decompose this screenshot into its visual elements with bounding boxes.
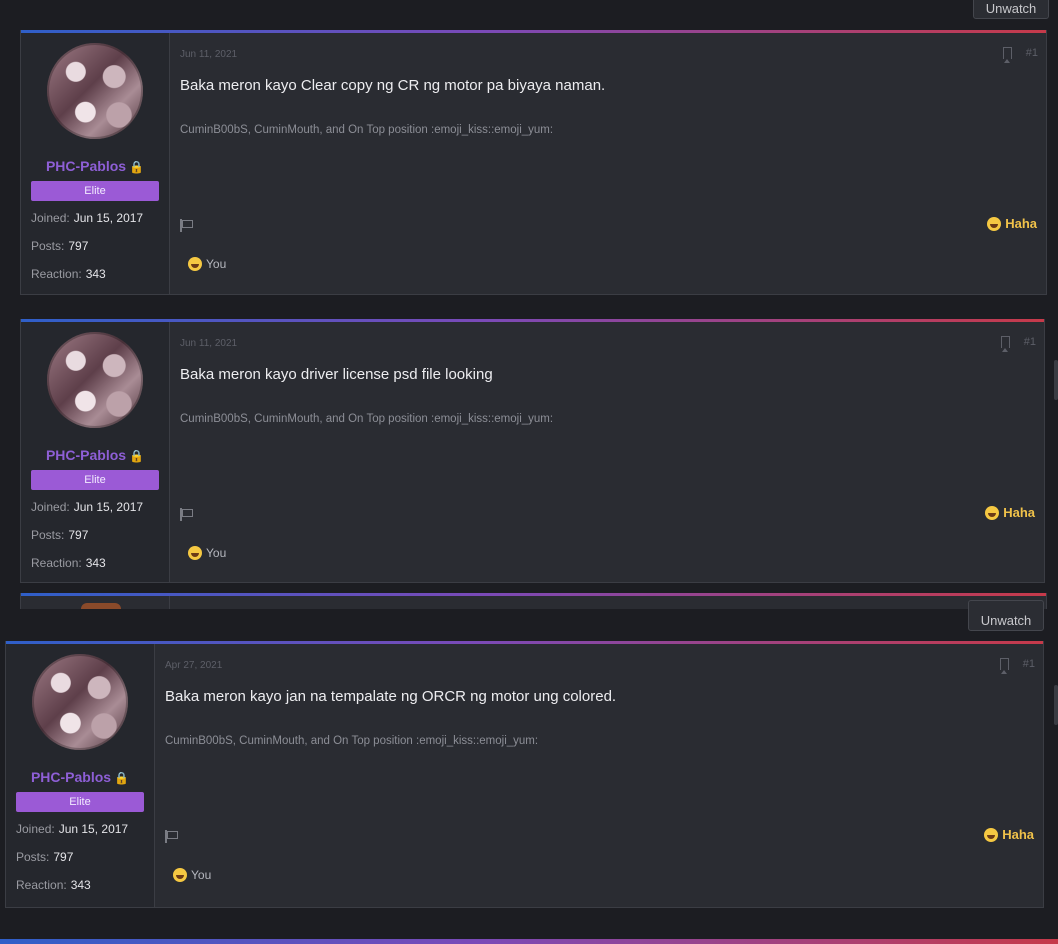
joined-stat: Joined: Jun 15, 2017 xyxy=(31,500,144,514)
user-cell: PHC-Pablos 🔒 Elite Joined: Jun 15, 2017 Po… xyxy=(6,644,155,907)
unwatch-button[interactable]: Unwatch xyxy=(968,600,1044,631)
bookmark-icon[interactable] xyxy=(1003,47,1012,63)
user-banner: Elite xyxy=(31,470,159,490)
reactions-bar[interactable]: You xyxy=(173,868,211,882)
reaction-button[interactable]: Haha xyxy=(985,505,1035,520)
scrollbar[interactable] xyxy=(1054,360,1058,400)
haha-emoji-icon xyxy=(188,257,202,271)
post-2: PHC-Pablos 🔒 Elite Joined: Jun 15, 2017 Po… xyxy=(20,319,1045,583)
flag-icon[interactable] xyxy=(165,830,178,843)
joined-stat: Joined: Jun 15, 2017 xyxy=(31,211,144,225)
bookmark-icon[interactable] xyxy=(1001,336,1010,352)
user-banner: Elite xyxy=(31,181,159,201)
reaction-button[interactable]: Haha xyxy=(984,827,1034,842)
lock-icon: 🔒 xyxy=(114,771,130,785)
post-number[interactable]: #1 xyxy=(1023,658,1035,670)
bookmark-icon[interactable] xyxy=(1000,658,1009,674)
reaction-stat: Reaction: 343 xyxy=(16,878,91,892)
divider xyxy=(169,596,170,609)
post-number[interactable]: #1 xyxy=(1026,47,1038,59)
reaction-stat: Reaction: 343 xyxy=(31,267,106,281)
reactions-bar[interactable]: You xyxy=(188,257,226,271)
joined-stat: Joined: Jun 15, 2017 xyxy=(16,822,129,836)
avatar[interactable] xyxy=(32,654,128,750)
user-cell: PHC-Pablos 🔒 Elite Joined: Jun 15, 2017 Po… xyxy=(21,33,170,294)
flag-icon[interactable] xyxy=(180,219,193,232)
signature: CuminB00bS, CuminMouth, and On Top posit… xyxy=(180,124,554,136)
partial-post xyxy=(20,593,1047,609)
unwatch-button[interactable]: Unwatch xyxy=(973,0,1049,19)
scrollbar[interactable] xyxy=(1054,685,1058,725)
next-post-accent-bar xyxy=(0,939,1058,944)
avatar xyxy=(81,603,121,609)
haha-emoji-icon xyxy=(173,868,187,882)
message-cell: Apr 27, 2021 #1 Baka meron kayo jan na t… xyxy=(155,644,1043,907)
post-date[interactable]: Apr 27, 2021 xyxy=(165,660,222,671)
reaction-button[interactable]: Haha xyxy=(987,216,1037,231)
post-accent-bar xyxy=(21,593,1046,596)
avatar[interactable] xyxy=(47,43,143,139)
user-cell: PHC-Pablos 🔒 Elite Joined: Jun 15, 2017 Po… xyxy=(21,322,170,582)
post-1: PHC-Pablos 🔒 Elite Joined: Jun 15, 2017 Po… xyxy=(20,30,1047,295)
haha-emoji-icon xyxy=(985,505,1000,520)
lock-icon: 🔒 xyxy=(129,449,145,463)
signature: CuminB00bS, CuminMouth, and On Top posit… xyxy=(180,413,554,425)
flag-icon[interactable] xyxy=(180,508,193,521)
haha-emoji-icon xyxy=(984,827,999,842)
message-body: Baka meron kayo driver license psd file … xyxy=(180,366,493,383)
reactions-bar[interactable]: You xyxy=(188,546,226,560)
post-date[interactable]: Jun 11, 2021 xyxy=(180,338,237,349)
username[interactable]: PHC-Pablos 🔒 xyxy=(21,158,169,174)
reaction-stat: Reaction: 343 xyxy=(31,556,106,570)
username[interactable]: PHC-Pablos 🔒 xyxy=(21,447,169,463)
posts-stat: Posts: 797 xyxy=(31,528,89,542)
lock-icon: 🔒 xyxy=(129,160,145,174)
signature: CuminB00bS, CuminMouth, and On Top posit… xyxy=(165,735,539,747)
avatar[interactable] xyxy=(47,332,143,428)
message-body: Baka meron kayo jan na tempalate ng ORCR… xyxy=(165,688,617,705)
posts-stat: Posts: 797 xyxy=(16,850,74,864)
message-body: Baka meron kayo Clear copy ng CR ng moto… xyxy=(180,77,606,94)
post-number[interactable]: #1 xyxy=(1024,336,1036,348)
haha-emoji-icon xyxy=(987,216,1002,231)
username[interactable]: PHC-Pablos 🔒 xyxy=(6,769,154,785)
post-date[interactable]: Jun 11, 2021 xyxy=(180,49,237,60)
haha-emoji-icon xyxy=(188,546,202,560)
post-3: PHC-Pablos 🔒 Elite Joined: Jun 15, 2017 Po… xyxy=(5,641,1044,908)
posts-stat: Posts: 797 xyxy=(31,239,89,253)
user-banner: Elite xyxy=(16,792,144,812)
message-cell: Jun 11, 2021 #1 Baka meron kayo Clear co… xyxy=(170,33,1046,294)
message-cell: Jun 11, 2021 #1 Baka meron kayo driver l… xyxy=(170,322,1044,582)
